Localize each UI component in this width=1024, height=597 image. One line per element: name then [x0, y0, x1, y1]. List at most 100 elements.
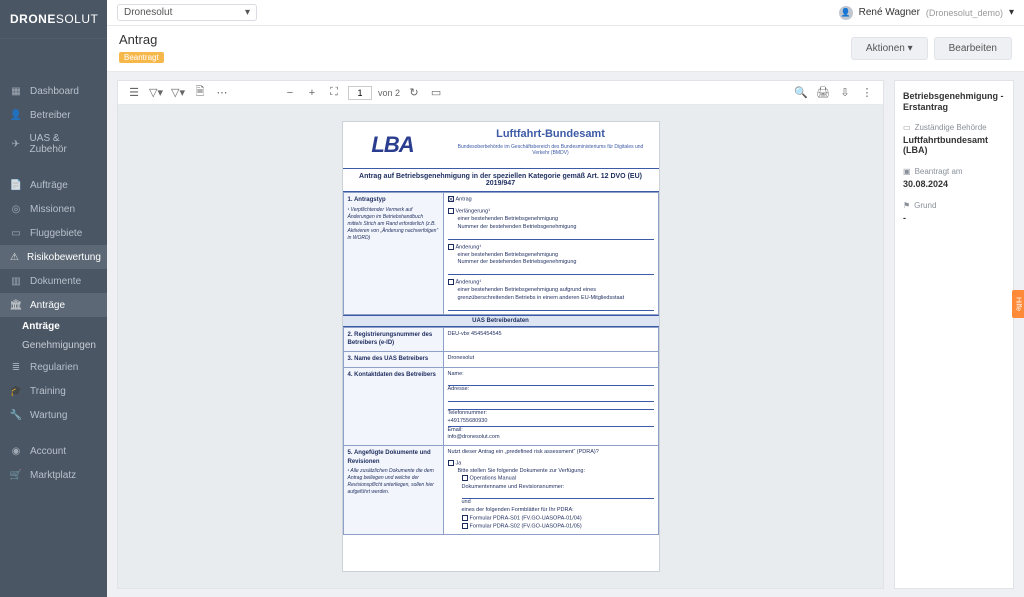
- details-value: 30.08.2024: [903, 179, 1005, 189]
- zoom-out-icon[interactable]: −: [282, 85, 298, 101]
- pdf-authority-subtitle: Bundesoberbehörde im Geschäftsbereich de…: [449, 144, 653, 156]
- user-menu[interactable]: 👤 René Wagner (Dronesolut_demo) ▾: [839, 6, 1014, 20]
- calendar-icon: ▣: [903, 167, 911, 176]
- content-area: ☰ ▽▾ ▽▾ 🗎 ⋯ − + ⛶ von 2 ↻ ▭ 🔍 🖨 ⇩: [107, 72, 1024, 597]
- sidebar-item-regularien[interactable]: ≣ Regularien: [0, 355, 107, 379]
- nav-label: Account: [30, 446, 66, 457]
- avatar: 👤: [839, 6, 853, 20]
- actions-button[interactable]: Aktionen ▾: [851, 37, 928, 60]
- nav-icon: 🔧: [10, 409, 22, 421]
- page-header: Antrag Beantragt Aktionen ▾ Bearbeiten: [107, 26, 1024, 72]
- details-title: Betriebsgenehmigung - Erstantrag: [903, 91, 1005, 113]
- nav-icon: 🏛: [10, 299, 22, 311]
- sidebar-item-missionen[interactable]: ◎ Missionen: [0, 197, 107, 221]
- nav-icon: 👤: [10, 109, 22, 121]
- workspace-selector[interactable]: Dronesolut ▾: [117, 4, 257, 21]
- logo-text-1: DRONE: [10, 12, 56, 26]
- sidebar-item-uas-zubeh-r[interactable]: ✈ UAS & Zubehör: [0, 127, 107, 161]
- sidebar-toggle-icon[interactable]: ☰: [126, 85, 142, 101]
- nav-label: Dokumente: [30, 276, 81, 287]
- nav-label: Missionen: [30, 204, 75, 215]
- flag-icon: ⚑: [903, 201, 910, 210]
- sidebar-item-antr-ge[interactable]: 🏛 Anträge: [0, 293, 107, 317]
- page-input[interactable]: [348, 86, 372, 100]
- sidebar-item-risikobewertung[interactable]: ⚠ Risikobewertung: [0, 245, 107, 269]
- nav-icon: 🛒: [10, 469, 22, 481]
- zoom-in-icon[interactable]: +: [304, 85, 320, 101]
- help-tab[interactable]: Hilfe: [1012, 290, 1024, 318]
- details-value: -: [903, 213, 1005, 223]
- main-nav: ▦ Dashboard 👤 Betreiber ✈ UAS & Zubehör 📄 Auftr…: [0, 39, 107, 597]
- sidebar-item-dokumente[interactable]: ▥ Dokumente: [0, 269, 107, 293]
- app-logo: DRONESOLUT: [0, 0, 107, 39]
- chevron-down-icon: ▾: [245, 7, 250, 18]
- presentation-icon[interactable]: ▭: [428, 85, 444, 101]
- pdf-form-heading: Antrag auf Betriebsgenehmigung in der sp…: [343, 169, 659, 192]
- nav-icon: 📄: [10, 179, 22, 191]
- user-name: René Wagner: [859, 7, 920, 18]
- draw-icon[interactable]: ▽▾: [170, 85, 186, 101]
- sidebar-item-betreiber[interactable]: 👤 Betreiber: [0, 103, 107, 127]
- nav-label: Regularien: [30, 362, 78, 373]
- nav-icon: ◉: [10, 445, 22, 457]
- nav-label: Aufträge: [30, 180, 68, 191]
- details-panel: Betriebsgenehmigung - Erstantrag ▭ Zustän…: [894, 80, 1014, 589]
- user-org: (Dronesolut_demo): [926, 8, 1003, 18]
- edit-button[interactable]: Bearbeiten: [934, 37, 1012, 60]
- nav-label: Dashboard: [30, 86, 79, 97]
- details-label: Zuständige Behörde: [915, 123, 987, 132]
- pdf-viewer: ☰ ▽▾ ▽▾ 🗎 ⋯ − + ⛶ von 2 ↻ ▭ 🔍 🖨 ⇩: [117, 80, 884, 589]
- pdf-toolbar: ☰ ▽▾ ▽▾ 🗎 ⋯ − + ⛶ von 2 ↻ ▭ 🔍 🖨 ⇩: [118, 81, 883, 105]
- sidebar-item-fluggebiete[interactable]: ▭Fluggebiete: [0, 221, 107, 245]
- nav-label: Anträge: [30, 300, 65, 311]
- nav-icon: ⚠: [10, 251, 19, 263]
- page-title: Antrag: [119, 32, 164, 47]
- print-icon[interactable]: 🖨: [815, 85, 831, 101]
- page-count: von 2: [378, 88, 400, 98]
- nav-icon: ▭: [10, 227, 22, 239]
- logo-text-2: SOLUT: [56, 12, 99, 26]
- nav-icon: ≣: [10, 361, 22, 373]
- more-icon[interactable]: ⋯: [214, 85, 230, 101]
- nav-label: Risikobewertung: [27, 252, 101, 263]
- nav-icon: 🎓: [10, 385, 22, 397]
- status-badge: Beantragt: [119, 52, 164, 63]
- chevron-down-icon: ▾: [1009, 7, 1014, 18]
- rotate-icon[interactable]: ↻: [406, 85, 422, 101]
- fit-icon[interactable]: ⛶: [326, 85, 342, 101]
- topbar: Dronesolut ▾ 👤 René Wagner (Dronesolut_d…: [107, 0, 1024, 26]
- authority-icon: ▭: [903, 123, 911, 132]
- pdf-authority-title: Luftfahrt-Bundesamt: [449, 128, 653, 140]
- details-value: Luftfahrtbundesamt (LBA): [903, 135, 1005, 155]
- pdf-lba-logo: LBA: [343, 122, 443, 168]
- pdf-section-header: UAS Betreiberdaten: [343, 315, 659, 327]
- sidebar-subitem-antr-ge[interactable]: Anträge: [0, 317, 107, 336]
- nav-icon: ▦: [10, 85, 22, 97]
- kebab-icon[interactable]: ⋮: [859, 85, 875, 101]
- nav-icon: ▥: [10, 275, 22, 287]
- pdf-page-1: LBA Luftfahrt-Bundesamt Bundesoberbehörd…: [342, 121, 660, 572]
- sidebar-item-account[interactable]: ◉ Account: [0, 439, 107, 463]
- sidebar-item-dashboard[interactable]: ▦ Dashboard: [0, 79, 107, 103]
- nav-label: Marktplatz: [30, 470, 76, 481]
- nav-icon: ✈: [10, 138, 22, 150]
- sidebar-item-wartung[interactable]: 🔧 Wartung: [0, 403, 107, 427]
- nav-label: Wartung: [30, 410, 67, 421]
- nav-label: Betreiber: [30, 110, 71, 121]
- text-select-icon[interactable]: 🗎: [192, 85, 208, 101]
- pdf-scroll-area[interactable]: LBA Luftfahrt-Bundesamt Bundesoberbehörd…: [118, 105, 883, 588]
- search-icon[interactable]: 🔍: [793, 85, 809, 101]
- sidebar-item-training[interactable]: 🎓 Training: [0, 379, 107, 403]
- sidebar: DRONESOLUT ▦ Dashboard 👤 Betreiber ✈ UAS & Zu…: [0, 0, 107, 597]
- sidebar-item-marktplatz[interactable]: 🛒 Marktplatz: [0, 463, 107, 487]
- sidebar-item-auftr-ge[interactable]: 📄 Aufträge: [0, 173, 107, 197]
- nav-icon: ◎: [10, 203, 22, 215]
- sidebar-subitem-genehmigungen[interactable]: Genehmigungen: [0, 336, 107, 355]
- workspace-name: Dronesolut: [124, 7, 172, 18]
- nav-label: Training: [30, 386, 66, 397]
- details-label: Grund: [914, 201, 936, 210]
- highlight-icon[interactable]: ▽▾: [148, 85, 164, 101]
- details-label: Beantragt am: [915, 167, 963, 176]
- nav-label: UAS & Zubehör: [30, 133, 97, 155]
- download-icon[interactable]: ⇩: [837, 85, 853, 101]
